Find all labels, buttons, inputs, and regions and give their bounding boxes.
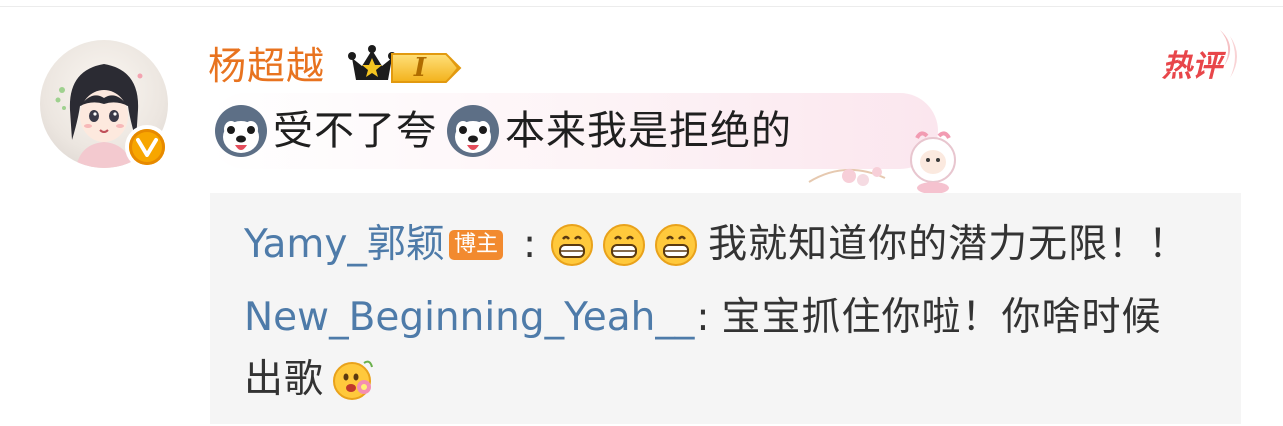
grin-emoji-icon — [603, 224, 646, 266]
reply-text-line2: 出歌 — [244, 357, 325, 402]
reply-author[interactable]: New_Beginning_Yeah__ — [244, 290, 694, 346]
hot-comment-label: 热评 — [1162, 49, 1222, 84]
reply-item: Yamy_郭颖 博主 : 我就知道你的潜力无限！！ — [244, 217, 1188, 273]
blogger-tag: 博主 — [448, 230, 503, 260]
grin-emoji-icon — [655, 224, 698, 266]
reply-author[interactable]: Yamy_郭颖 — [244, 217, 445, 273]
comment-text-part2: 本来我是拒绝的 — [505, 108, 792, 154]
reply-text: 我就知道你的潜力无限！！ — [708, 222, 1189, 267]
sheep-decoration — [808, 131, 956, 194]
comment-username[interactable]: 杨超越 — [208, 42, 325, 90]
dog-emoji-icon — [215, 105, 267, 157]
comment-text-part1: 受不了夸 — [273, 108, 437, 154]
reply-separator: : — [696, 295, 710, 340]
verified-badge-icon — [125, 125, 169, 169]
top-divider — [0, 6, 1283, 7]
level-label: I — [413, 53, 427, 83]
dog-emoji-icon — [447, 105, 499, 157]
reply-item: New_Beginning_Yeah__ : 宝宝抓住你啦！你啥时候 — [244, 290, 1162, 346]
reply-text-line1: 宝宝抓住你啦！你啥时候 — [721, 295, 1162, 340]
grin-emoji-icon — [551, 224, 594, 266]
crown-icon — [348, 45, 396, 80]
flower-emoji-icon — [333, 360, 373, 400]
reply-separator: : — [522, 222, 537, 267]
comment-body: 受不了夸 本来我是拒绝的 — [213, 100, 792, 162]
reply-item-continued: 出歌 — [244, 352, 376, 408]
